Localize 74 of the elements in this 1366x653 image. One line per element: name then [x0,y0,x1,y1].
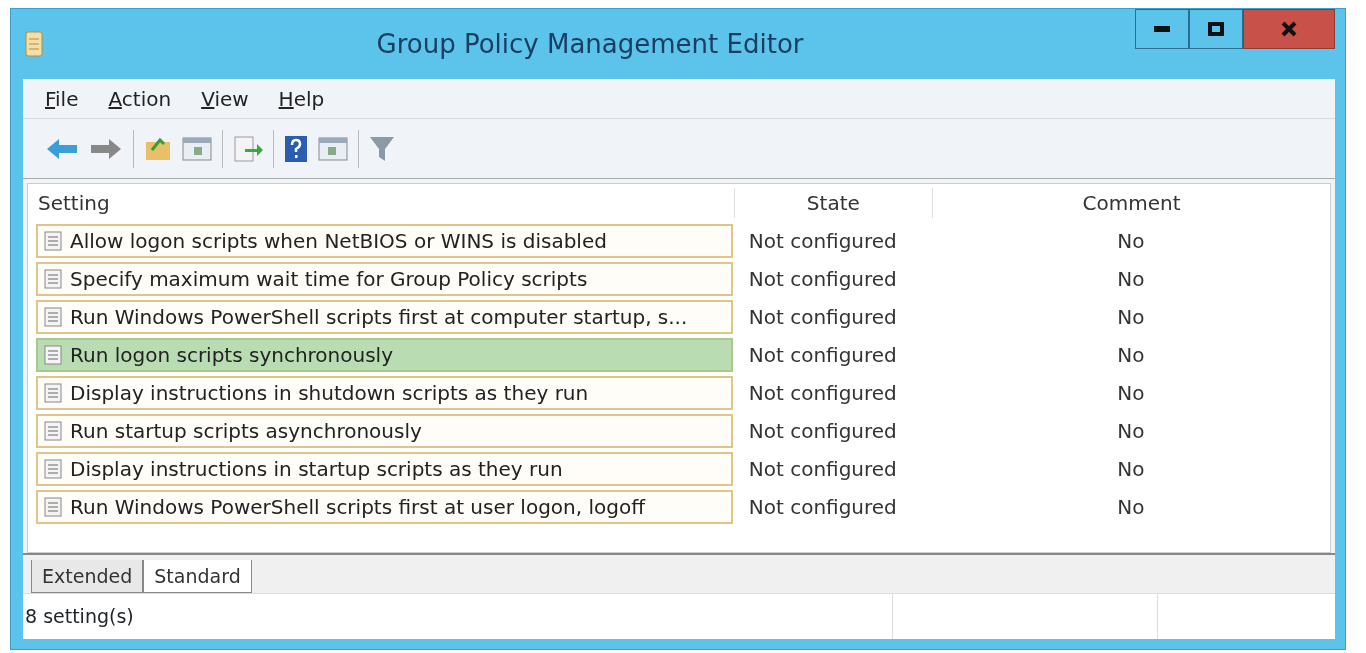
setting-name: Specify maximum wait time for Group Policy scripts [70,266,588,293]
status-text: 8 setting(s) [23,594,893,639]
filter-button[interactable] [369,134,395,163]
policy-setting-icon [44,421,62,441]
column-header[interactable]: Setting [28,188,735,218]
comment-cell-text: No [1116,494,1146,521]
left-arrow-icon [45,136,79,161]
column-header[interactable]: State [734,188,934,218]
state-cell-text: Not configured [747,380,898,407]
comment-cell-text: No [1116,266,1146,293]
window-pane-icon [318,136,348,161]
comment-cell-text: No [1116,304,1146,331]
policy-setting-icon [44,345,62,365]
folder-up-button[interactable] [144,135,172,162]
export-list-icon [233,135,263,162]
setting-name: Allow logon scripts when NetBIOS or WINS is disabled [70,228,607,255]
column-header[interactable]: Comment [933,188,1330,218]
maximize-button[interactable] [1189,9,1243,49]
comment-cell-text: No [1116,418,1146,445]
setting-name: Run startup scripts asynchronously [70,418,422,445]
properties-button[interactable] [318,136,348,161]
setting-name: Display instructions in startup scripts as they run [70,456,563,483]
setting-row[interactable]: Run startup scripts asynchronously [36,414,733,448]
setting-row[interactable]: Allow logon scripts when NetBIOS or WINS is disabled [36,224,733,258]
policy-setting-icon [44,231,62,251]
window-pane-icon [182,136,212,161]
setting-row[interactable]: Display instructions in shutdown scripts as they run [36,376,733,410]
menu-item[interactable]: View [201,83,249,114]
policy-setting-icon [44,383,62,403]
show-hide-button[interactable] [182,136,212,161]
export-button[interactable] [233,135,263,162]
setting-row[interactable]: Run logon scripts synchronously [36,338,733,372]
comment-cell-text: No [1116,456,1146,483]
forward-button[interactable] [89,136,123,161]
setting-name: Run Windows PowerShell scripts first at computer startup, s... [70,304,688,331]
policy-setting-icon [44,269,62,289]
state-cell-text: Not configured [747,228,898,255]
state-cell-text: Not configured [747,418,898,445]
close-button[interactable] [1243,9,1335,49]
menu-item[interactable]: Help [278,83,325,114]
state-cell-text: Not configured [747,494,898,521]
window-title: Group Policy Management Editor [375,27,805,61]
comment-cell-text: No [1116,342,1146,369]
setting-row[interactable]: Display instructions in startup scripts as they run [36,452,733,486]
policy-setting-icon [44,459,62,479]
setting-name: Display instructions in shutdown scripts as they run [70,380,589,407]
maximize-icon [1208,22,1224,36]
setting-row[interactable]: Run Windows PowerShell scripts first at user logon, logoff [36,490,733,524]
state-cell-text: Not configured [747,266,898,293]
help-button[interactable] [284,134,308,163]
tab[interactable]: Standard [143,559,252,593]
policy-setting-icon [44,497,62,517]
right-arrow-icon [89,136,123,161]
state-cell-text: Not configured [747,456,898,483]
setting-name: Run logon scripts synchronously [70,342,393,369]
filter-icon [369,134,395,163]
setting-name: Run Windows PowerShell scripts first at user logon, logoff [70,494,645,521]
tab[interactable]: Extended [31,559,144,593]
state-cell-text: Not configured [747,304,898,331]
minimize-button[interactable] [1135,9,1189,49]
menu-item[interactable]: File [45,83,79,114]
policy-setting-icon [44,307,62,327]
setting-row[interactable]: Run Windows PowerShell scripts first at computer startup, s... [36,300,733,334]
comment-cell-text: No [1116,380,1146,407]
folder-icon [144,135,172,162]
comment-cell-text: No [1116,228,1146,255]
setting-row[interactable]: Specify maximum wait time for Group Policy scripts [36,262,733,296]
state-cell-text: Not configured [747,342,898,369]
minimize-icon [1154,26,1170,32]
close-icon [1281,21,1297,37]
scroll-icon [23,30,45,58]
help-icon [284,134,308,163]
menu-item[interactable]: Action [108,83,172,114]
back-button[interactable] [45,136,79,161]
